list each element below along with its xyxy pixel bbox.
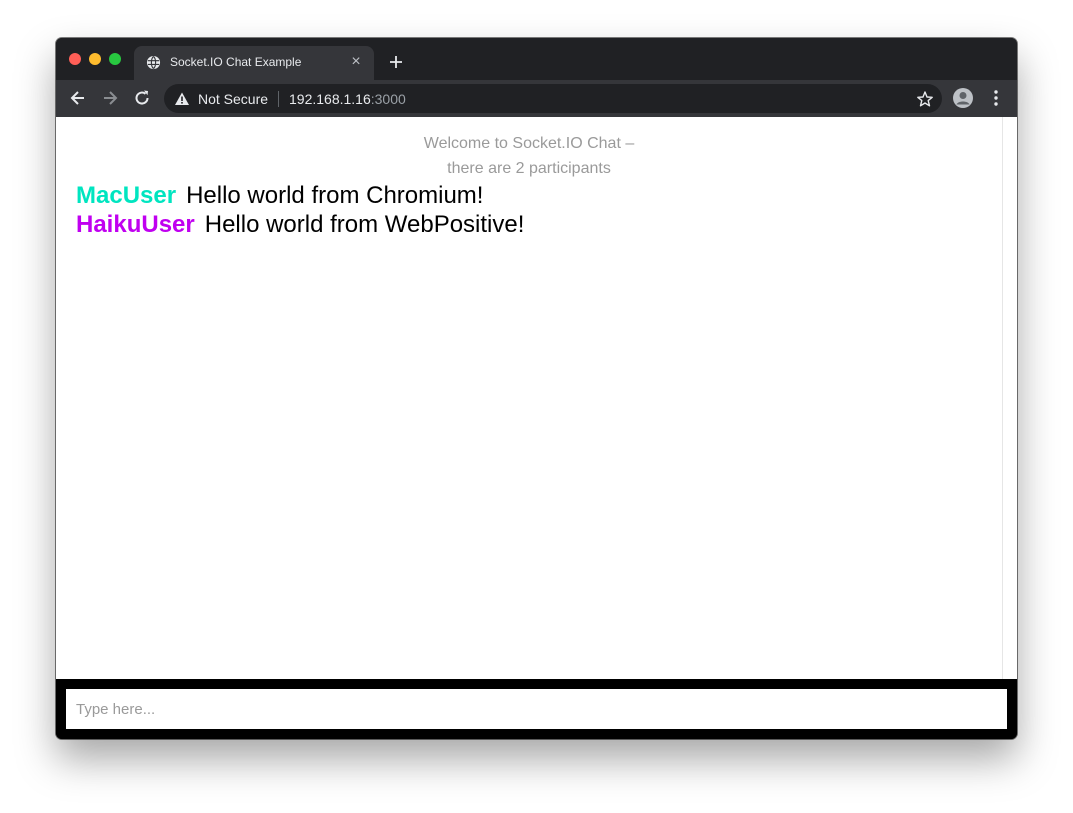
globe-icon [146,55,161,70]
welcome-line-1: Welcome to Socket.IO Chat – [423,135,635,152]
message-username: MacUser [76,182,177,209]
kebab-menu-icon[interactable] [986,88,1006,108]
window-minimize-button[interactable] [89,53,101,65]
message-input-bar [56,679,1017,739]
welcome-message: Welcome to Socket.IO Chat – there are 2 … [56,131,1002,181]
url-port: :3000 [370,91,406,107]
message-username: HaikuUser [76,211,195,238]
chat-message: MacUser Hello world from Chromium! [76,181,524,210]
new-tab-plus-icon[interactable] [386,52,406,72]
tab-strip: Socket.IO Chat Example × [56,38,1017,80]
message-input[interactable] [66,689,1007,729]
url-host: 192.168.1.16 [289,91,371,107]
tab-close-icon[interactable]: × [348,54,364,70]
security-status-label[interactable]: Not Secure [198,91,268,107]
tab-title: Socket.IO Chat Example [170,55,302,69]
page-content: Welcome to Socket.IO Chat – there are 2 … [56,117,1002,679]
back-arrow-icon[interactable] [68,88,88,108]
message-body: Hello world from Chromium! [186,182,484,209]
url-text[interactable]: 192.168.1.16:3000 [289,91,406,107]
chat-message: HaikuUser Hello world from WebPositive! [76,210,524,239]
warning-icon[interactable] [174,91,190,107]
message-body: Hello world from WebPositive! [204,211,525,238]
reload-icon[interactable] [132,88,152,108]
browser-toolbar: Not Secure 192.168.1.16:3000 [56,80,1017,117]
forward-arrow-icon[interactable] [100,88,120,108]
page-scrollbar[interactable] [1002,117,1017,679]
message-list: MacUser Hello world from Chromium! HaikuU… [76,181,524,239]
address-bar[interactable]: Not Secure 192.168.1.16:3000 [164,84,942,113]
window-zoom-button[interactable] [109,53,121,65]
bookmark-star-icon[interactable] [916,90,934,108]
profile-avatar-icon[interactable] [952,87,974,109]
browser-window: Socket.IO Chat Example × Not Secure 192.… [56,38,1017,739]
window-close-button[interactable] [69,53,81,65]
omnibox-divider [278,91,279,107]
tab-active[interactable]: Socket.IO Chat Example × [134,46,374,80]
participants-line: there are 2 participants [447,160,611,177]
